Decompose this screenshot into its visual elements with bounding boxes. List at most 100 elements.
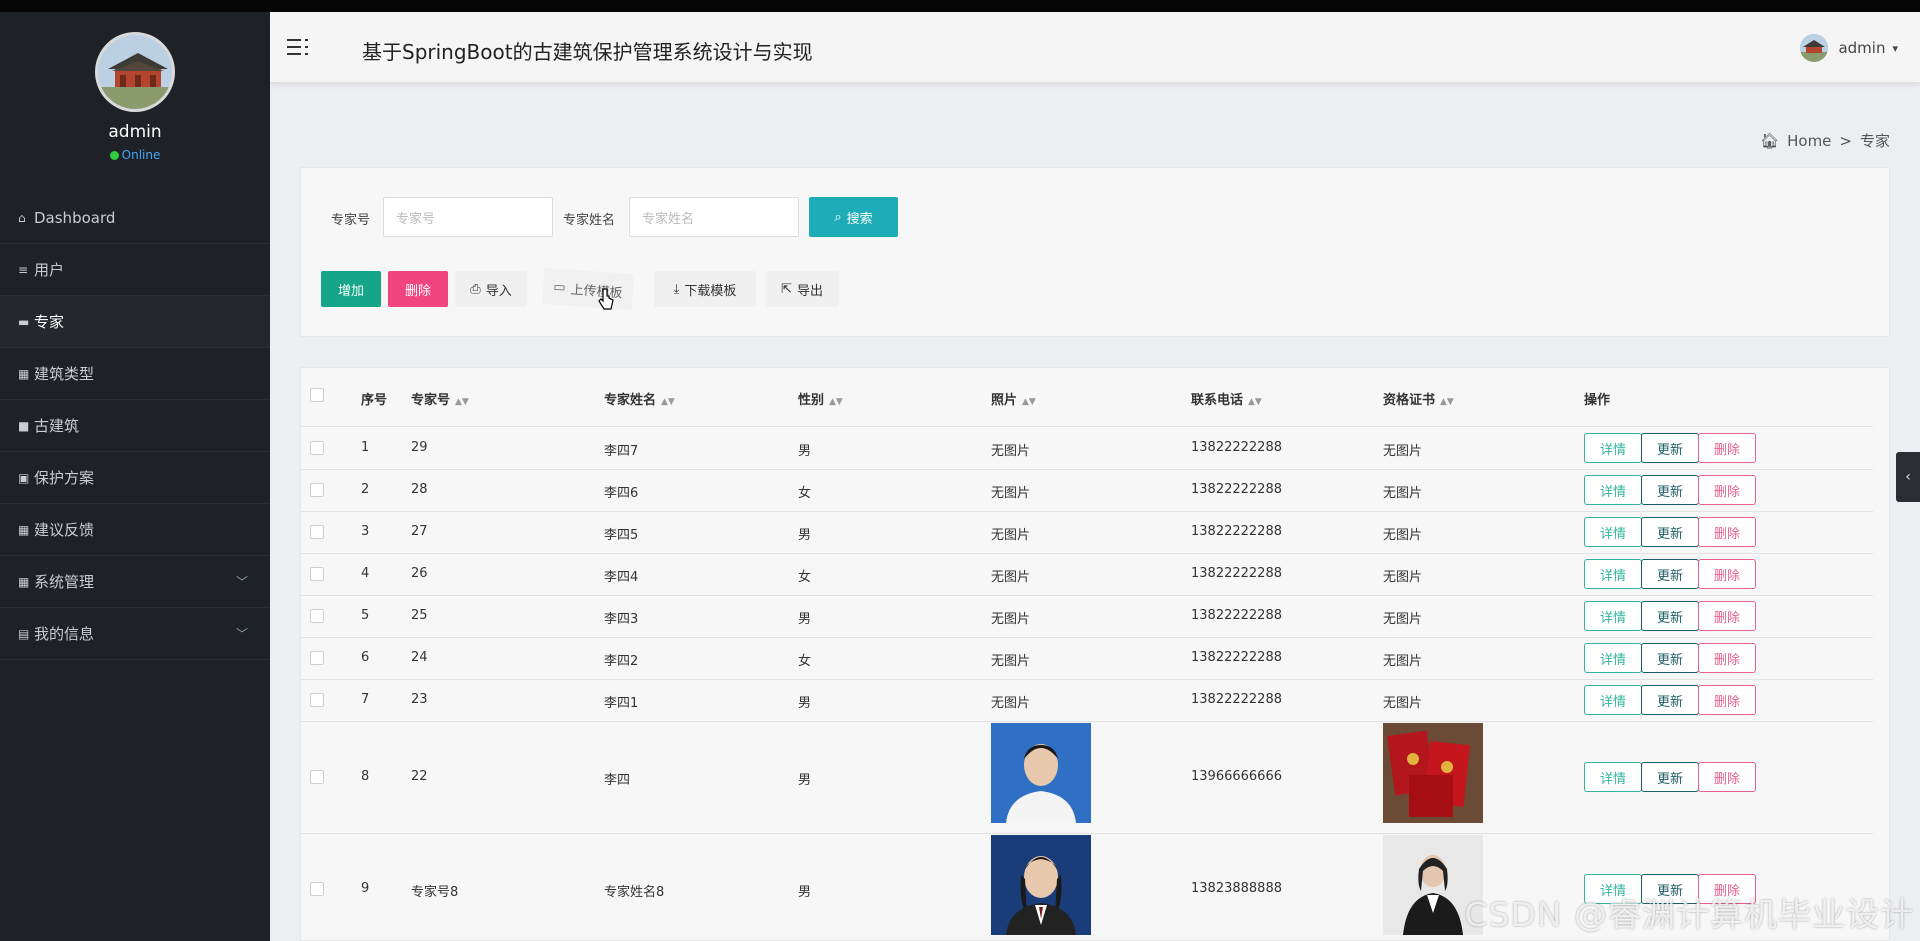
list-icon: ≡ [18,262,29,277]
detail-button[interactable]: 详情 [1584,643,1642,673]
expert-code-label: 专家号 [331,213,371,228]
row-checkbox[interactable] [310,770,324,784]
column-header-gender[interactable]: 性别 ▲▼ [798,389,843,408]
update-button[interactable]: 更新 [1641,559,1699,589]
delete-button[interactable]: 删除 [1698,433,1756,463]
cell-index: 2 [361,482,370,497]
search-button[interactable]: ⌕ 搜索 [809,197,898,237]
avatar [1800,34,1829,62]
cell-cert: 无图片 [1383,654,1423,669]
search-button-label: 搜索 [846,211,873,227]
sidebar-item-dashboard[interactable]: ⌂ Dashboard [0,192,270,244]
delete-button[interactable]: 删除 [1698,559,1756,589]
update-button[interactable]: 更新 [1641,643,1699,673]
row-checkbox[interactable] [310,483,324,497]
sidebar-item-users[interactable]: ≡ 用户 [0,244,270,296]
update-button[interactable]: 更新 [1641,762,1699,792]
import-button-label: 导入 [485,283,512,299]
select-all-checkbox[interactable] [310,388,324,402]
row-checkbox[interactable] [310,567,324,581]
sidebar-item-label: 建筑类型 [34,365,95,383]
sidebar-item-ancient-buildings[interactable]: ■ 古建筑 [0,400,270,452]
update-button[interactable]: 更新 [1641,475,1699,505]
detail-button[interactable]: 详情 [1584,685,1642,715]
row-checkbox[interactable] [310,609,324,623]
row-checkbox[interactable] [310,441,324,455]
column-header-code[interactable]: 专家号 ▲▼ [411,389,469,408]
delete-button[interactable]: 删除 [1698,643,1756,673]
sidebar-item-feedback[interactable]: ▦ 建议反馈 [0,504,270,556]
cell-code: 25 [411,608,428,623]
update-button[interactable]: 更新 [1641,517,1699,547]
delete-button[interactable]: 删除 [1698,517,1756,547]
sidebar-item-building-types[interactable]: ▦ 建筑类型 [0,348,270,400]
row-checkbox[interactable] [310,693,324,707]
calendar-icon: ▣ [18,470,30,485]
export-button[interactable]: ⇱ 导出 [765,271,839,307]
cell-photo: 无图片 [991,696,1031,711]
delete-button[interactable]: 删除 [1698,762,1756,792]
cell-gender: 女 [798,654,812,669]
column-header-certificate[interactable]: 资格证书 ▲▼ [1383,389,1454,408]
batch-delete-button[interactable]: 删除 [388,271,448,307]
row-checkbox[interactable] [310,525,324,539]
column-header-photo[interactable]: 照片 ▲▼ [991,389,1036,408]
certificate-image [1383,723,1483,823]
cell-cert: 无图片 [1383,696,1423,711]
detail-button[interactable]: 详情 [1584,433,1642,463]
cell-phone: 13822222288 [1191,650,1282,665]
online-status: Online [0,148,270,162]
user-menu[interactable]: admin ▾ [1800,34,1898,62]
breadcrumb: 🏠︎ Home > 专家 [1760,130,1890,151]
cell-phone: 13822222288 [1191,482,1282,497]
column-header-actions: 操作 [1584,393,1611,408]
ticket-icon: ▬ [18,314,30,329]
delete-button[interactable]: 删除 [1698,475,1756,505]
update-button[interactable]: 更新 [1641,601,1699,631]
sidebar-item-label: 专家 [34,313,65,331]
detail-button[interactable]: 详情 [1584,475,1642,505]
cell-cert: 无图片 [1383,570,1423,585]
table-divider [301,426,1873,427]
detail-button[interactable]: 详情 [1584,601,1642,631]
cell-cert: 无图片 [1383,612,1423,627]
update-button[interactable]: 更新 [1641,433,1699,463]
expert-name-input[interactable]: 专家姓名 [629,197,799,237]
download-template-button[interactable]: ⤓ 下载模板 [654,271,756,307]
row-checkbox[interactable] [310,651,324,665]
sidebar-item-protection-plans[interactable]: ▣ 保护方案 [0,452,270,504]
delete-button[interactable]: 删除 [1698,601,1756,631]
column-header-phone[interactable]: 联系电话 ▲▼ [1191,389,1262,408]
cell-index: 3 [361,524,370,539]
menu-toggle-icon[interactable] [287,37,309,57]
cell-code: 26 [411,566,428,581]
detail-button[interactable]: 详情 [1584,517,1642,547]
import-button[interactable]: ⎙ 导入 [455,271,527,307]
expert-photo-image [991,723,1091,823]
cell-gender: 女 [798,486,812,501]
sidebar-item-my-info[interactable]: ▤ 我的信息 ﹀ [0,608,270,660]
sidebar-item-label: 我的信息 [34,625,95,643]
upload-template-button[interactable]: ▭ 上传模板 [541,267,635,311]
settings-drawer-toggle[interactable]: ‹ [1896,452,1920,502]
sidebar-item-experts[interactable]: ▬ 专家 [0,296,270,348]
delete-button[interactable]: 删除 [1698,685,1756,715]
add-button-label: 增加 [337,283,364,299]
column-header-name[interactable]: 专家姓名 ▲▼ [604,389,675,408]
export-button-label: 导出 [796,283,823,299]
sort-icon: ▲▼ [1248,397,1262,407]
breadcrumb-current: 专家 [1859,132,1890,150]
detail-button[interactable]: 详情 [1584,559,1642,589]
expert-code-input[interactable]: 专家号 [383,197,553,237]
cell-index: 1 [361,440,370,455]
breadcrumb-home[interactable]: Home [1787,132,1831,150]
row-checkbox[interactable] [310,882,324,896]
sidebar-item-label: 用户 [34,261,65,279]
cell-name: 李四7 [604,444,639,459]
sidebar-item-system-management[interactable]: ▦ 系统管理 ﹀ [0,556,270,608]
update-button[interactable]: 更新 [1641,685,1699,715]
watermark: CSDN @睿渊计算机毕业设计 [1464,895,1914,934]
detail-button[interactable]: 详情 [1584,762,1642,792]
table-divider [301,721,1873,722]
add-button[interactable]: 增加 [321,271,381,307]
